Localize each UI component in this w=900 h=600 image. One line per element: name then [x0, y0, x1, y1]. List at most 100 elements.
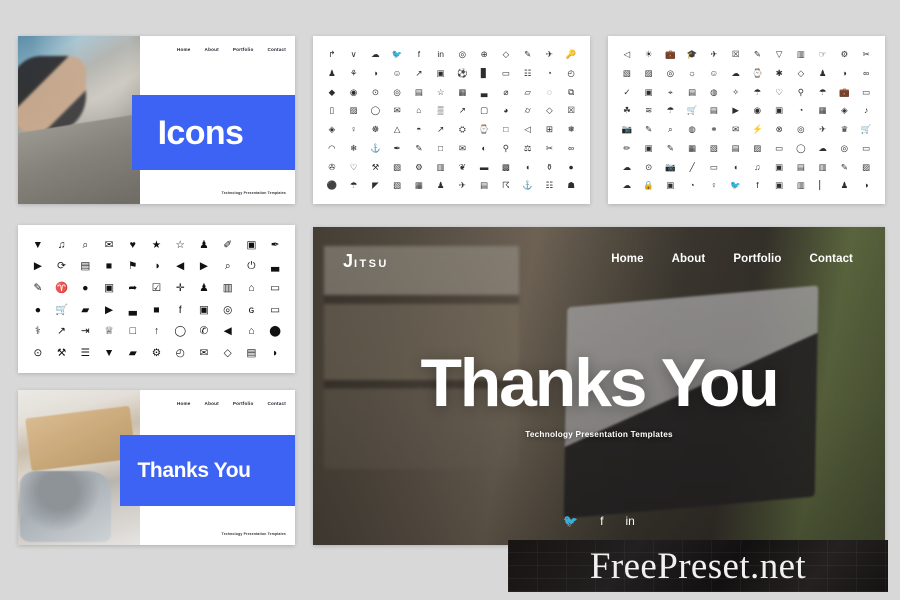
linkedin-icon[interactable]: in	[625, 515, 634, 527]
thanks-small-nav-portfolio[interactable]: Portfolio	[233, 401, 254, 406]
icon-cell-77: ▭	[709, 161, 718, 172]
icon-cell-48: ♪	[864, 105, 869, 116]
icon-cell-64: ◇	[223, 346, 232, 359]
cover-nav-portfolio[interactable]: Portfolio	[233, 47, 254, 52]
facebook-icon[interactable]: f	[600, 515, 603, 527]
icon-cell-30: ☆	[436, 86, 445, 97]
icon-cell-59: ⊞	[545, 124, 553, 135]
icon-cell-26: ▣	[104, 281, 114, 294]
icon-cell-15: ■	[105, 260, 113, 273]
icon-cell-32: ⌂	[248, 281, 255, 294]
icon-cell-2: ∨	[350, 49, 357, 60]
icon-cell-56: ⊗	[775, 124, 783, 135]
thanks-small-title: Thanks You	[137, 459, 251, 483]
icon-cell-14: ⚘	[349, 67, 358, 78]
icon-cell-5: ♥	[129, 238, 136, 251]
icon-cell-46: ↗	[57, 325, 66, 338]
icon-cell-55: ⬤	[269, 325, 281, 338]
icon-cell-4: ✉	[104, 238, 114, 251]
twitter-icon[interactable]: 🐦	[563, 515, 578, 527]
icon-cell-27: ⊙	[371, 86, 379, 97]
thanks-big-nav[interactable]: Home About Portfolio Contact	[611, 253, 853, 265]
icon-cell-12: 🔑	[565, 49, 577, 60]
social-links[interactable]: 🐦 f in	[313, 515, 885, 527]
icon-cell-35: ◌	[546, 86, 552, 97]
thanks-small-nav[interactable]: Home About Portfolio Contact	[177, 401, 286, 406]
slide-icons-cover[interactable]: Home About Portfolio Contact Icons Techn…	[18, 36, 295, 204]
icon-cell-79: ❦	[458, 161, 466, 172]
thanks-big-nav-contact[interactable]: Contact	[809, 253, 853, 265]
icon-cell-17: ☺	[709, 67, 719, 78]
slide-icon-sheet-solid[interactable]: ▼ ♫ ⌕ ✉ ♥ ★ ☆ ♟ ✐ ▣ ✒ ▶ ⟳ ▤ ■ ⚑ ◑ ◀ ▶ ⌕ ⏻ ▃ ✎ ♈ ● ▣ ➦ ☑ ✛ ♟ ▥ ⌂ ▭ ● 🛒 ▰ ▶ ▃ ■ f…	[18, 225, 295, 373]
icon-cell-41: ⌂	[416, 105, 422, 116]
icon-cell-88: ▧	[393, 180, 402, 191]
icon-cell-3: ⌕	[82, 238, 89, 251]
icon-cell-44: ▣	[775, 105, 784, 116]
icon-cell-46: ▦	[818, 105, 827, 116]
icon-cell-29: ✛	[175, 281, 185, 294]
icon-cell-60: 🛒	[860, 124, 872, 135]
icon-cell-4: 🎓	[686, 49, 698, 60]
icon-cell-33: ⚲	[797, 86, 804, 97]
slide-thanks-you-small[interactable]: Home About Portfolio Contact Thanks You …	[18, 390, 295, 545]
icon-cell-16: ⚑	[128, 260, 138, 273]
icon-cell-18: ▣	[436, 67, 445, 78]
thanks-small-nav-home[interactable]: Home	[177, 401, 191, 406]
icon-cell-69: ◯	[796, 142, 806, 153]
icon-cell-76: ╱	[689, 161, 695, 172]
cover-nav-contact[interactable]: Contact	[268, 47, 287, 52]
icon-cell-42: ◎	[223, 303, 233, 316]
icon-cell-21: ⏻	[247, 260, 256, 273]
icon-cell-30: ✧	[732, 86, 740, 97]
thanks-big-nav-about[interactable]: About	[672, 253, 706, 265]
brand-logo[interactable]: J ITSU	[343, 252, 389, 270]
icon-cell-43: ɢ	[248, 303, 255, 316]
cover-nav[interactable]: Home About Portfolio Contact	[177, 47, 286, 52]
icon-cell-42: ▒	[437, 105, 444, 116]
icon-cell-3: ☁	[371, 49, 380, 60]
icon-cell-53: ◓	[416, 124, 422, 135]
slide-thanks-you-large[interactable]: J ITSU Home About Portfolio Contact Than…	[313, 227, 885, 545]
icon-cell-72: ∞	[568, 142, 575, 153]
icon-cell-29: ◍	[710, 86, 718, 97]
icon-cell-39: ■	[153, 303, 160, 316]
icon-cell-17: ◑	[153, 260, 160, 273]
icon-cell-1: ↱	[328, 49, 336, 60]
icon-cell-39: ☂	[666, 105, 675, 116]
icon-cell-28: ☑	[151, 281, 162, 294]
icon-cell-11: ✈	[545, 49, 553, 60]
icon-cell-84: ●	[568, 161, 574, 172]
icon-cell-11: ✒	[270, 238, 280, 251]
icon-cell-42: ▶	[732, 105, 739, 116]
icon-cell-50: ♀	[350, 124, 357, 135]
icon-cell-58: ☰	[80, 346, 91, 359]
cover-nav-about[interactable]: About	[205, 47, 219, 52]
slide-icon-sheet-outline-a[interactable]: ↱ ∨ ☁ 🐦 f in ◎ ⊕ ◇ ✎ ✈ 🔑 ♟ ⚘ ◑ ☺ ↗ ▣ ⚽ ▊ ▭ ☷ ◔ ◴ ◆ ◉ ⊙ ◎ ▤ ☆ ▦ ▃ ⌀ ▱ ◌ ⧉ ▯ ▨ ◯…	[313, 36, 590, 204]
icon-cell-18: ◀	[176, 260, 185, 273]
icon-cell-31: ▥	[222, 281, 233, 294]
icon-cell-23: ◔	[546, 67, 552, 78]
icon-cell-63: ⚓	[370, 142, 381, 153]
icon-cell-10: ☞	[818, 49, 827, 60]
icon-cell-38: ≋	[645, 105, 653, 116]
icon-cell-19: ⌚	[752, 67, 763, 78]
icon-cell-23: ◑	[841, 67, 847, 78]
thanks-big-nav-portfolio[interactable]: Portfolio	[733, 253, 781, 265]
slide-icon-sheet-outline-b[interactable]: ◁ ☀ 💼 🎓 ✈ ☒ ✎ ▽ ▥ ☞ ⚙ ✂ ▧ ▨ ◎ ☼ ☺ ☁ ⌚ ✱ ◇ ♟ ◑ ∞ ✓ ▣ ⌖ ▤ ◍ ✧ ☂ ♡ ⚲ ☂ 💼 ▭ ☘ ≋ ☂ 🛒…	[608, 36, 885, 204]
thanks-small-nav-about[interactable]: About	[205, 401, 219, 406]
thanks-small-nav-contact[interactable]: Contact	[268, 401, 287, 406]
icon-cell-67: ✉	[458, 142, 466, 153]
icon-cell-52: △	[393, 124, 401, 135]
cover-nav-home[interactable]: Home	[177, 47, 191, 52]
icon-cell-16: ☼	[688, 67, 697, 78]
icon-cell-83: ✎	[840, 161, 848, 172]
screenshot-stage: Home About Portfolio Contact Icons Techn…	[0, 0, 900, 600]
icon-cell-55: ⚡	[752, 124, 763, 135]
icon-cell-62: ◴	[175, 346, 185, 359]
icon-cell-34: ☂	[818, 86, 827, 97]
thanks-small-title-band: Thanks You	[120, 434, 295, 507]
icon-cell-47: ◇	[546, 105, 553, 116]
thanks-big-nav-home[interactable]: Home	[611, 253, 643, 265]
icon-cell-7: ✎	[753, 49, 761, 60]
icon-cell-88: ◔	[689, 180, 695, 191]
